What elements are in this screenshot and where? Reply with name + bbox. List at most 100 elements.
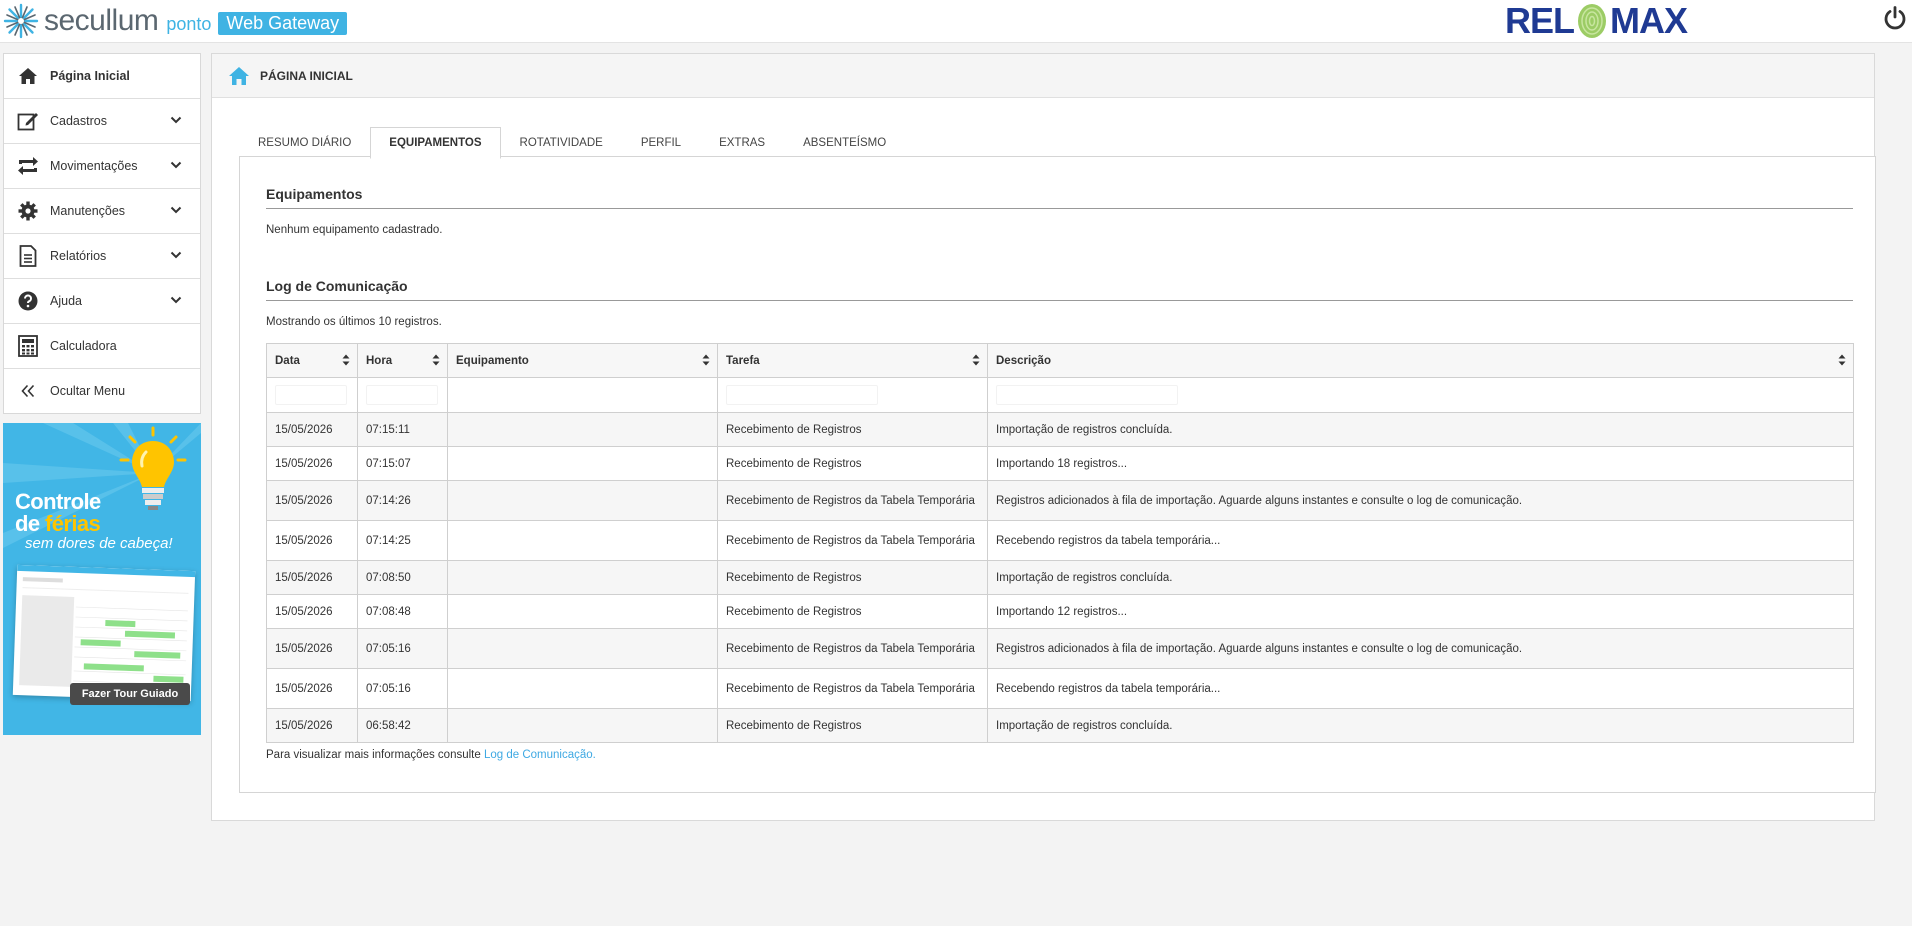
table-row[interactable]: 15/05/2026 07:08:50 Recebimento de Registr… — [266, 560, 1854, 595]
tour-button[interactable]: Fazer Tour Guiado — [70, 683, 190, 705]
sidebar-item-label: Página Inicial — [50, 69, 130, 83]
secullum-logo[interactable]: secullum ponto Web Gateway — [2, 2, 348, 40]
sidebar: Página Inicial Cadastros Movimentações M… — [3, 53, 201, 735]
sidebar-item-ocultar-menu[interactable]: Ocultar Menu — [4, 369, 200, 413]
table-cell — [447, 412, 718, 447]
table-cell: Registros adicionados à fila de importaç… — [987, 628, 1854, 669]
table-cell: 15/05/2026 — [266, 708, 358, 743]
brand-badge: Web Gateway — [218, 11, 348, 35]
table-cell: 15/05/2026 — [266, 520, 358, 561]
column-header-data[interactable]: Data — [266, 343, 358, 378]
column-header-hora[interactable]: Hora — [357, 343, 448, 378]
filter-descricao-input[interactable] — [996, 385, 1178, 405]
table-row[interactable]: 15/05/2026 07:14:26 Recebimento de Registr… — [266, 480, 1854, 521]
table-cell — [447, 708, 718, 743]
table-cell: Recebimento de Registros — [717, 560, 988, 595]
sidebar-item-movimentacoes[interactable]: Movimentações — [4, 144, 200, 189]
chevron-down-icon — [170, 206, 182, 214]
table-row[interactable]: 15/05/2026 07:08:48 Recebimento de Registr… — [266, 594, 1854, 629]
table-row[interactable]: 15/05/2026 07:05:16 Recebimento de Registr… — [266, 668, 1854, 709]
table-header-row: Data Hora Equipamento Tarefa Descrição — [266, 343, 1854, 378]
sidebar-item-relatorios[interactable]: Relatórios — [4, 234, 200, 279]
table-cell: Recebimento de Registros da Tabela Tempo… — [717, 668, 988, 709]
table-cell: 07:05:16 — [357, 668, 448, 709]
log-title: Log de Comunicação — [266, 278, 408, 294]
chevron-down-icon — [170, 116, 182, 124]
table-row[interactable]: 15/05/2026 06:58:42 Recebimento de Registr… — [266, 708, 1854, 743]
column-label: Data — [275, 354, 300, 367]
sidebar-menu: Página Inicial Cadastros Movimentações M… — [3, 53, 201, 414]
column-header-tarefa[interactable]: Tarefa — [717, 343, 988, 378]
table-row[interactable]: 15/05/2026 07:15:11 Recebimento de Registr… — [266, 412, 1854, 447]
table-cell: Importando 12 registros... — [987, 594, 1854, 629]
sidebar-item-ajuda[interactable]: Ajuda — [4, 279, 200, 324]
relomax-max: MAX — [1610, 0, 1688, 41]
filter-cell — [717, 377, 988, 413]
empty-message: Nenhum equipamento cadastrado. — [266, 224, 443, 236]
page-title: PÁGINA INICIAL — [260, 68, 353, 83]
table-cell: Importando 18 registros... — [987, 446, 1854, 481]
sidebar-item-cadastros[interactable]: Cadastros — [4, 99, 200, 144]
table-cell: 15/05/2026 — [266, 412, 358, 447]
table-row[interactable]: 15/05/2026 07:05:16 Recebimento de Registr… — [266, 628, 1854, 669]
sidebar-item-manutencoes[interactable]: Manutenções — [4, 189, 200, 234]
table-cell: Recebendo registros da tabela temporária… — [987, 668, 1854, 709]
home-icon — [229, 66, 249, 85]
tab-equipamentos[interactable]: EQUIPAMENTOS — [370, 127, 501, 159]
filter-row — [266, 377, 1854, 413]
column-header-descricao[interactable]: Descrição — [987, 343, 1854, 378]
sidebar-item-label: Cadastros — [50, 114, 107, 128]
filter-hora-input[interactable] — [366, 385, 438, 405]
column-label: Equipamento — [456, 354, 529, 367]
brand-name: secullum — [44, 4, 159, 37]
sidebar-item-calculadora[interactable]: Calculadora — [4, 324, 200, 369]
tab-absenteismo[interactable]: ABSENTEÍSMO — [784, 127, 905, 158]
table-row[interactable]: 15/05/2026 07:15:07 Recebimento de Registr… — [266, 446, 1854, 481]
edit-icon — [16, 109, 40, 133]
chevron-down-icon — [170, 251, 182, 259]
table-cell: 15/05/2026 — [266, 668, 358, 709]
footer-note: Para visualizar mais informações consult… — [266, 749, 596, 761]
sidebar-item-label: Manutenções — [50, 204, 126, 218]
banner-title-highlight: férias — [45, 511, 101, 536]
power-icon[interactable] — [1882, 5, 1908, 31]
tab-rotatividade[interactable]: ROTATIVIDADE — [501, 127, 622, 158]
table-cell — [447, 628, 718, 669]
page-header: PÁGINA INICIAL — [212, 54, 1874, 98]
sort-icon — [702, 354, 710, 366]
table-cell: 15/05/2026 — [266, 446, 358, 481]
tab-resumo-diario[interactable]: RESUMO DIÁRIO — [239, 127, 370, 158]
table-cell: Importação de registros concluída. — [987, 412, 1854, 447]
table-cell — [447, 520, 718, 561]
relomax-rel: REL — [1505, 0, 1575, 41]
sidebar-item-pagina-inicial[interactable]: Página Inicial — [4, 54, 200, 99]
log-comunicacao-link[interactable]: Log de Comunicação. — [484, 749, 596, 761]
table-cell: 07:14:25 — [357, 520, 448, 561]
table-cell: 07:15:07 — [357, 446, 448, 481]
calculator-icon — [16, 334, 40, 358]
table-row[interactable]: 15/05/2026 07:14:25 Recebimento de Registr… — [266, 520, 1854, 561]
table-cell — [447, 480, 718, 521]
table-cell: 07:08:48 — [357, 594, 448, 629]
banner-subtitle: sem dores de cabeça! — [25, 535, 173, 552]
table-cell: Recebimento de Registros — [717, 594, 988, 629]
tab-extras[interactable]: EXTRAS — [700, 127, 784, 158]
sort-icon — [1838, 354, 1846, 366]
filter-tarefa-input[interactable] — [726, 385, 878, 405]
ferias-banner[interactable]: Controle de férias sem dores de cabeça! — [3, 423, 201, 735]
double-chevron-left-icon — [16, 379, 40, 403]
fingerprint-icon — [1578, 4, 1606, 38]
table-cell: Recebimento de Registros — [717, 708, 988, 743]
sidebar-item-label: Ocultar Menu — [50, 384, 126, 398]
filter-data-input[interactable] — [275, 385, 347, 405]
table-cell — [447, 446, 718, 481]
section-divider — [266, 208, 1853, 209]
tab-perfil[interactable]: PERFIL — [622, 127, 700, 158]
column-header-equipamento[interactable]: Equipamento — [447, 343, 718, 378]
relomax-logo: REL MAX — [1505, 0, 1688, 41]
banner-title-prefix: de — [15, 511, 45, 536]
sidebar-item-label: Ajuda — [50, 294, 82, 308]
filter-cell — [987, 377, 1854, 413]
main-panel: PÁGINA INICIAL RESUMO DIÁRIO EQUIPAMENTO… — [211, 53, 1876, 821]
document-icon — [16, 244, 40, 268]
